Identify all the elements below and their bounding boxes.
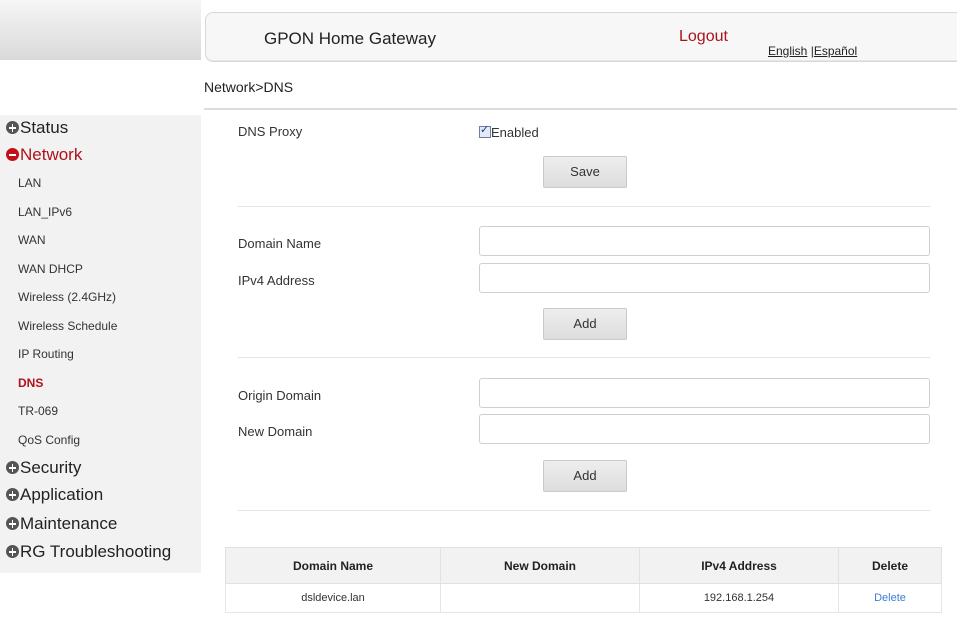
table-row: dsldevice.lan 192.168.1.254 Delete [225,583,942,613]
expand-plus-icon [6,461,19,474]
cell-ipv4-address: 192.168.1.254 [639,583,839,613]
sidebar-item-dns[interactable]: DNS [18,373,43,393]
ipv4-address-label: IPv4 Address [238,273,315,288]
divider [238,510,930,511]
sidebar-section-label: Network [20,145,83,164]
add-alias-button[interactable]: Add [543,460,627,492]
column-header-domain-name: Domain Name [225,547,441,584]
delete-link[interactable]: Delete [874,592,906,604]
origin-domain-input[interactable] [479,378,930,408]
sidebar-section-maintenance[interactable]: Maintenance [6,511,117,537]
sidebar-item-lan-ipv6[interactable]: LAN_IPv6 [18,202,72,222]
sidebar-section-label: Security [20,458,82,477]
sidebar-item-ip-routing[interactable]: IP Routing [18,344,74,364]
add-host-button[interactable]: Add [543,308,627,340]
table-header-row: Domain Name New Domain IPv4 Address Dele… [225,547,942,584]
sidebar-section-troubleshooting[interactable]: RG Troubleshooting [6,539,171,565]
sidebar-section-status[interactable]: Status [6,115,68,141]
collapse-minus-icon [6,148,19,161]
gateway-title: GPON Home Gateway [264,29,436,48]
sidebar-section-security[interactable]: Security [6,455,81,481]
sidebar: Status Network LAN LAN_IPv6 WAN WAN DHCP… [0,115,201,573]
sidebar-section-label: Application [20,485,104,504]
divider [204,108,957,110]
column-header-new-domain: New Domain [440,547,640,584]
dns-proxy-checkbox-group: Enabled [479,123,539,140]
language-switcher: English |Español [768,44,857,58]
column-header-ipv4-address: IPv4 Address [639,547,839,584]
sidebar-item-wan[interactable]: WAN [18,230,46,250]
logout-link[interactable]: Logout [679,28,728,46]
sidebar-item-wan-dhcp[interactable]: WAN DHCP [18,259,83,279]
expand-plus-icon [6,545,19,558]
dns-proxy-label: DNS Proxy [238,124,303,139]
lang-espanol-link[interactable]: Español [814,44,857,58]
column-header-delete: Delete [838,547,942,584]
origin-domain-label: Origin Domain [238,388,322,403]
divider [238,357,930,358]
breadcrumb: Network>DNS [204,79,294,95]
sidebar-section-network[interactable]: Network [6,142,82,168]
domain-name-label: Domain Name [238,236,322,251]
save-button[interactable]: Save [543,156,627,188]
sidebar-section-label: RG Troubleshooting [20,542,172,561]
sidebar-section-label: Maintenance [20,514,118,533]
sidebar-header [0,0,201,60]
dns-entries-table: Domain Name New Domain IPv4 Address Dele… [225,547,942,613]
lang-english-link[interactable]: English [768,44,807,58]
sidebar-section-application[interactable]: Application [6,482,103,508]
divider [238,206,930,207]
cell-new-domain [440,583,640,613]
expand-plus-icon [6,488,19,501]
sidebar-item-qos-config[interactable]: QoS Config [18,430,80,450]
domain-name-input[interactable] [479,226,930,256]
sidebar-item-wireless-schedule[interactable]: Wireless Schedule [18,316,117,336]
cell-domain-name: dsldevice.lan [225,583,441,613]
sidebar-item-lan[interactable]: LAN [18,173,41,193]
sidebar-item-tr069[interactable]: TR-069 [18,401,58,421]
new-domain-input[interactable] [479,414,930,444]
expand-plus-icon [6,121,19,134]
dns-proxy-checkbox[interactable] [479,123,491,138]
expand-plus-icon [6,517,19,530]
dns-proxy-checkbox-label: Enabled [491,125,539,140]
new-domain-label: New Domain [238,424,313,439]
top-header: GPON Home Gateway Logout English |Españo… [205,12,957,62]
cell-delete: Delete [838,583,942,613]
ipv4-address-input[interactable] [479,263,930,293]
sidebar-section-label: Status [20,118,69,137]
sidebar-item-wireless[interactable]: Wireless (2.4GHz) [18,287,116,307]
